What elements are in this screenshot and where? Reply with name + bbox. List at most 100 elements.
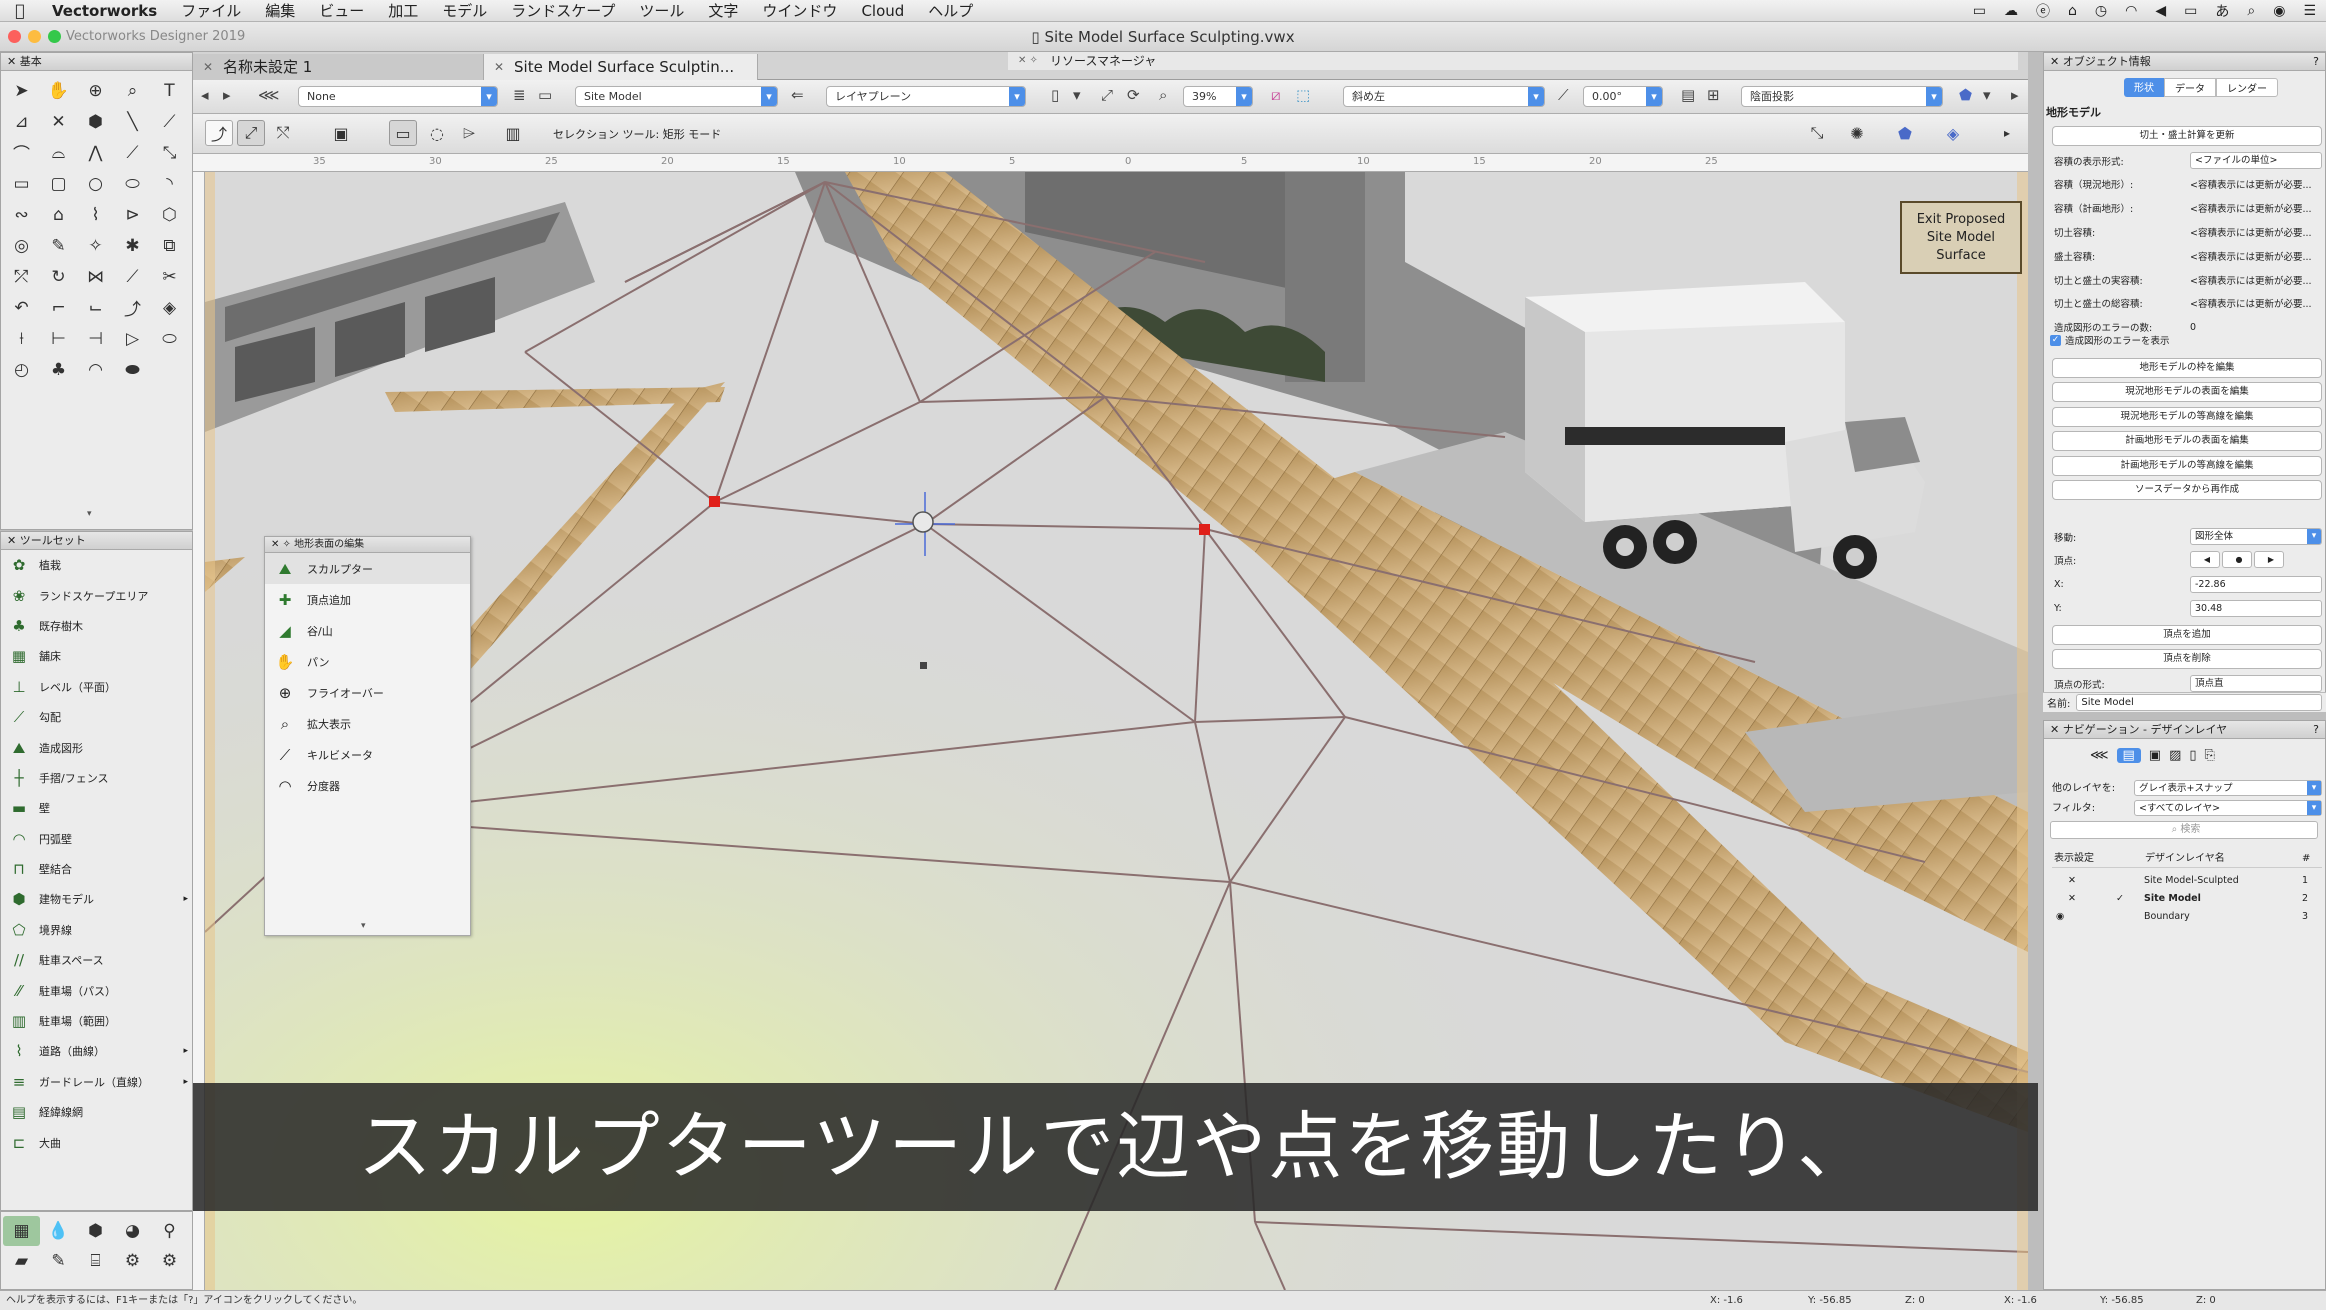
vertex-type-dropdown[interactable]: 頂点直 [2190, 675, 2322, 692]
toolset-item[interactable]: ⁄⁄ 駐車場（パス） [1, 975, 192, 1005]
menu-app[interactable]: Vectorworks [40, 2, 169, 20]
layer-search-input[interactable]: ⌕ 検索 [2050, 821, 2318, 839]
tab-site-model[interactable]: ✕ Site Model Surface Sculptin... [483, 54, 758, 80]
palette-expand-icon[interactable]: ▾ [87, 509, 92, 519]
callout-tool-icon[interactable]: ⌒ [3, 137, 40, 168]
rectangle-tool-icon[interactable]: ▭ [3, 168, 40, 199]
layer-stack-icon[interactable]: ≣ [513, 86, 526, 104]
water-toolset-icon[interactable]: 💧 [40, 1216, 77, 1246]
exit-proposed-surface-button[interactable]: Exit Proposed Site Model Surface [1900, 201, 2022, 274]
page-icon[interactable]: ▯ [1051, 86, 1059, 104]
class-dropdown[interactable]: None [298, 86, 498, 107]
selected-vertex[interactable] [709, 496, 720, 507]
measure-tool-icon[interactable]: ⤡ [151, 137, 188, 168]
line-style-tool-icon[interactable]: ⟋ [114, 137, 151, 168]
polygon-mode-icon[interactable]: ⌲ [455, 120, 483, 146]
sculpt-mode-1-icon[interactable]: ⤴ [205, 120, 233, 146]
tab-data[interactable]: データ [2164, 78, 2216, 97]
sculpt-mode-2-icon[interactable]: ⤢ [237, 120, 265, 146]
close-icon[interactable]: ✕ ✧ [271, 539, 294, 550]
toolset-item[interactable]: ⊓ 壁結合 [1, 854, 192, 884]
mirror-tool-icon[interactable]: ⧉ [151, 230, 188, 261]
polyline-tool-icon[interactable]: ⌓ [40, 137, 77, 168]
zoom-icon[interactable]: ⌕ [1159, 86, 1167, 104]
trim-tool-icon[interactable]: ✂ [151, 261, 188, 292]
edit-surface-tool[interactable]: ◠ 分度器 [265, 770, 470, 801]
toolset-item[interactable]: ▤ 経緯線網 [1, 1097, 192, 1127]
clock-icon[interactable]: ◷ [2095, 3, 2107, 19]
input-method-icon[interactable]: あ [2215, 1, 2229, 21]
x-field[interactable]: -22.86 [2190, 576, 2322, 593]
move-tool-icon[interactable]: ⤱ [3, 261, 40, 292]
eye-icon[interactable]: ◉ [2056, 908, 2064, 926]
viewports-icon[interactable]: ▨ [2169, 748, 2181, 763]
edit-surface-tool[interactable]: ✋ パン [265, 646, 470, 677]
pan-tool-icon[interactable]: ✋ [40, 75, 77, 106]
hidden-x-icon[interactable]: ✕ [2068, 890, 2076, 908]
lighting-toolset-icon[interactable]: ⚲ [151, 1216, 188, 1246]
toolset-item[interactable]: ⬠ 境界線 [1, 915, 192, 945]
filter-dropdown[interactable]: <すべてのレイヤ> ▾ [2134, 800, 2322, 816]
menu-model[interactable]: モデル [430, 0, 499, 21]
edit-surface-tool[interactable]: ⊕ フライオーバー [265, 677, 470, 708]
menu-view[interactable]: ビュー [307, 0, 376, 21]
toolset-item[interactable]: ▥ 駐車場（範囲） [1, 1006, 192, 1036]
zoom-tool-icon[interactable]: ⌕ [114, 75, 151, 106]
dimension-linear-tool-icon[interactable]: ⊢ [40, 323, 77, 354]
reshape-tool-icon[interactable]: ⋈ [77, 261, 114, 292]
classes-icon[interactable]: ⋘ [2090, 748, 2109, 763]
clip-tool-icon[interactable]: ⤴ [114, 292, 151, 323]
close-icon[interactable]: ✕ ✧ [1018, 52, 1038, 70]
back-icon[interactable]: ◂ [201, 86, 209, 104]
close-tab-icon[interactable]: ✕ [203, 54, 213, 80]
close-icon[interactable]: ✕ [2050, 723, 2063, 736]
toolset-item[interactable]: ▦ 舗床 [1, 641, 192, 671]
close-icon[interactable]: ✕ [7, 55, 20, 68]
toolset-item[interactable]: ⟋ 勾配 [1, 702, 192, 732]
ellipse-tool-icon[interactable]: ⬭ [151, 323, 188, 354]
cylinder-tool-icon[interactable]: ⬬ [114, 354, 151, 385]
close-icon[interactable]: ✕ [2050, 55, 2063, 68]
menu-edit[interactable]: 編集 [253, 0, 307, 21]
toolset-item[interactable]: ┼ 手摺/フェンス [1, 763, 192, 793]
menu-file[interactable]: ファイル [169, 0, 253, 21]
site-planning-toolset-icon[interactable]: ▦ [3, 1216, 40, 1246]
stake-tool-icon[interactable]: ⊣ [77, 323, 114, 354]
other-layers-dropdown[interactable]: グレイ表示+スナップ ▾ [2134, 780, 2322, 796]
object-info-button[interactable]: 計画地形モデルの表面を編集 [2052, 431, 2322, 452]
lighting-dropdown-icon[interactable]: ▾ [1983, 86, 1991, 104]
design-layers-icon[interactable]: ▤ [2116, 748, 2141, 763]
object-info-row-value[interactable]: <ファイルの単位> [2190, 152, 2322, 169]
toolset-item[interactable]: ✿ 植栽 [1, 550, 192, 580]
plane-icon[interactable]: ⇐ [791, 86, 804, 104]
edit-surface-tool[interactable]: ◢ 谷/山 [265, 615, 470, 646]
add-vertex-button[interactable]: 頂点を追加 [2052, 625, 2322, 645]
oval-tool-icon[interactable]: ⬭ [114, 168, 151, 199]
more-icon[interactable]: ▸ [1993, 120, 2021, 146]
layer-view-icon[interactable]: ▭ [538, 86, 552, 104]
lock-icon[interactable]: ⌂ [2068, 3, 2077, 19]
split-view-icon[interactable]: ⊞ [1707, 86, 1720, 104]
toolset-item[interactable]: ⊥ レベル（平面） [1, 672, 192, 702]
edit-surface-tool[interactable]: ⛰ スカルプター [265, 553, 470, 584]
more-icon[interactable]: ▸ [2011, 86, 2019, 104]
screen-record-icon[interactable]: ▭ [1973, 3, 1986, 19]
rotate-tool-icon[interactable]: ↻ [40, 261, 77, 292]
object-info-button[interactable]: 現況地形モデルの等高線を編集 [2052, 406, 2322, 427]
protractor-tool-icon[interactable]: ◠ [77, 354, 114, 385]
toolset-item[interactable]: ≡ ガードレール（直線） ▸ [1, 1067, 192, 1097]
list-icon[interactable]: ☰ [2303, 3, 2316, 19]
class-icon[interactable]: ⋘ [258, 86, 279, 104]
object-info-button[interactable]: 現況地形モデルの表面を編集 [2052, 382, 2322, 403]
fillet-tool-icon[interactable]: ⌐ [40, 292, 77, 323]
object-info-button[interactable]: 地形モデルの枠を編集 [2052, 358, 2322, 378]
render-icon[interactable]: ⬟ [1891, 120, 1919, 146]
settings-toolset-icon[interactable]: ⚙ [151, 1246, 188, 1276]
building-toolset-icon[interactable]: ⬢ [77, 1216, 114, 1246]
saved-views-icon[interactable]: ▯ [2189, 748, 2196, 763]
toolset-item[interactable]: ◠ 円弧壁 [1, 824, 192, 854]
vectorworks-cloud-icon[interactable]: ⓔ [2036, 1, 2050, 21]
edit-surface-tool[interactable]: ✚ 頂点追加 [265, 584, 470, 615]
sheet-layers-icon[interactable]: ▣ [2149, 748, 2161, 763]
double-line-tool-icon[interactable]: ⟋ [151, 106, 188, 137]
